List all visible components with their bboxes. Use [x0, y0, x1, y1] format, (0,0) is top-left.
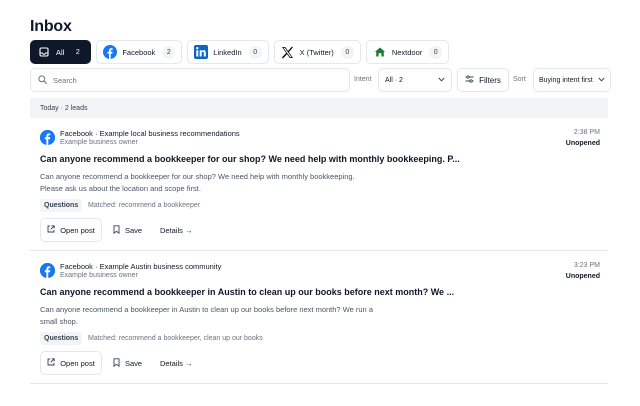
matched-keywords: Matched: recommend a bookkeeper, clean u… [88, 335, 263, 342]
tab-x-twitter[interactable]: X (Twitter) 0 [273, 40, 361, 64]
intent-select[interactable]: All · 2 [378, 68, 452, 92]
search-box[interactable] [30, 68, 350, 92]
lead-author: Example business owner [60, 272, 138, 279]
lead-author: Example business owner [60, 139, 138, 146]
lead-body: Can anyone recommend a bookkeeper in Aus… [40, 304, 410, 327]
tab-count: 0 [429, 45, 443, 59]
lead-source: Facebook · Example Austin business commu… [60, 262, 222, 271]
lead-title[interactable]: Can anyone recommend a bookkeeper in Aus… [40, 287, 454, 297]
lead-source: Facebook · Example local business recomm… [60, 129, 240, 138]
lead-card: Facebook · Example Austin business commu… [30, 252, 608, 384]
filters-button[interactable]: Filters [457, 68, 509, 92]
tab-label: Facebook [122, 47, 156, 57]
intent-label: Intent [354, 76, 372, 83]
save-label: Save [125, 358, 143, 368]
lead-body: Can anyone recommend a bookkeeper for ou… [40, 171, 410, 194]
tab-label: LinkedIn [213, 47, 242, 57]
chevron-down-icon [438, 77, 445, 84]
inbox-icon [37, 45, 51, 59]
intent-value: All · 2 [385, 76, 403, 84]
lead-body-line: small shop. [40, 316, 78, 326]
tab-label: All [56, 47, 65, 57]
status-badge: Unopened [565, 140, 600, 147]
lead-body-line: Can anyone recommend a bookkeeper for ou… [40, 172, 355, 181]
lead-body-line: Please ask us about the location and sco… [40, 183, 201, 193]
intent-tag: Questions [40, 332, 83, 345]
external-link-icon [47, 358, 55, 368]
external-link-icon [47, 225, 55, 235]
status-badge: Unopened [565, 273, 600, 280]
open-post-label: Open post [60, 358, 95, 368]
open-post-button[interactable]: Open post [40, 218, 102, 242]
lead-time: 2:38 PM [573, 129, 600, 136]
group-header: Today · 2 leads [30, 98, 608, 118]
tab-label: X (Twitter) [299, 47, 334, 57]
tab-all[interactable]: All 2 [30, 40, 92, 64]
save-button[interactable]: Save [113, 218, 142, 242]
nextdoor-icon [373, 45, 387, 59]
chevron-down-icon [598, 77, 605, 84]
lead-time: 3:23 PM [573, 262, 600, 269]
page-title: Inbox [30, 18, 72, 35]
sort-label: Sort [513, 76, 526, 83]
tab-count: 2 [75, 48, 80, 56]
sort-value: Buying intent first [539, 76, 593, 84]
facebook-icon [40, 130, 55, 145]
linkedin-icon [194, 45, 209, 59]
tab-count: 0 [340, 45, 354, 59]
lead-title[interactable]: Can anyone recommend a bookkeeper for ou… [40, 154, 460, 164]
lead-card: Facebook · Example local business recomm… [30, 119, 608, 251]
open-post-button[interactable]: Open post [40, 351, 102, 375]
save-label: Save [125, 225, 143, 235]
tab-linkedin[interactable]: LinkedIn 0 [187, 40, 269, 64]
x-icon [281, 45, 295, 59]
search-input[interactable] [53, 75, 333, 85]
details-button[interactable]: Details → [160, 218, 193, 242]
open-post-label: Open post [60, 225, 95, 235]
save-button[interactable]: Save [113, 351, 142, 375]
bookmark-icon [113, 224, 120, 236]
toolbar: Intent All · 2 Filters Sort Buying inten… [30, 68, 611, 92]
details-label: Details → [160, 358, 193, 368]
intent-tag: Questions [40, 199, 83, 212]
source-tabs: All 2 Facebook 2 LinkedIn 0 X (Twitter) … [30, 40, 450, 64]
search-icon [38, 71, 47, 89]
matched-keywords: Matched: recommend a bookkeeper [88, 202, 201, 209]
tab-count: 0 [248, 45, 262, 59]
tab-label: Nextdoor [391, 47, 423, 57]
facebook-icon [40, 263, 55, 278]
tab-count: 2 [162, 45, 176, 59]
filters-label: Filters [479, 75, 501, 85]
details-label: Details → [160, 225, 193, 235]
tab-nextdoor[interactable]: Nextdoor 0 [365, 40, 450, 64]
sliders-icon [465, 75, 474, 85]
lead-body-line: Can anyone recommend a bookkeeper in Aus… [40, 305, 373, 314]
sort-select[interactable]: Buying intent first [533, 68, 611, 92]
details-button[interactable]: Details → [160, 351, 193, 375]
bookmark-icon [113, 357, 120, 369]
facebook-icon [103, 45, 118, 59]
tab-facebook[interactable]: Facebook 2 [96, 40, 183, 64]
